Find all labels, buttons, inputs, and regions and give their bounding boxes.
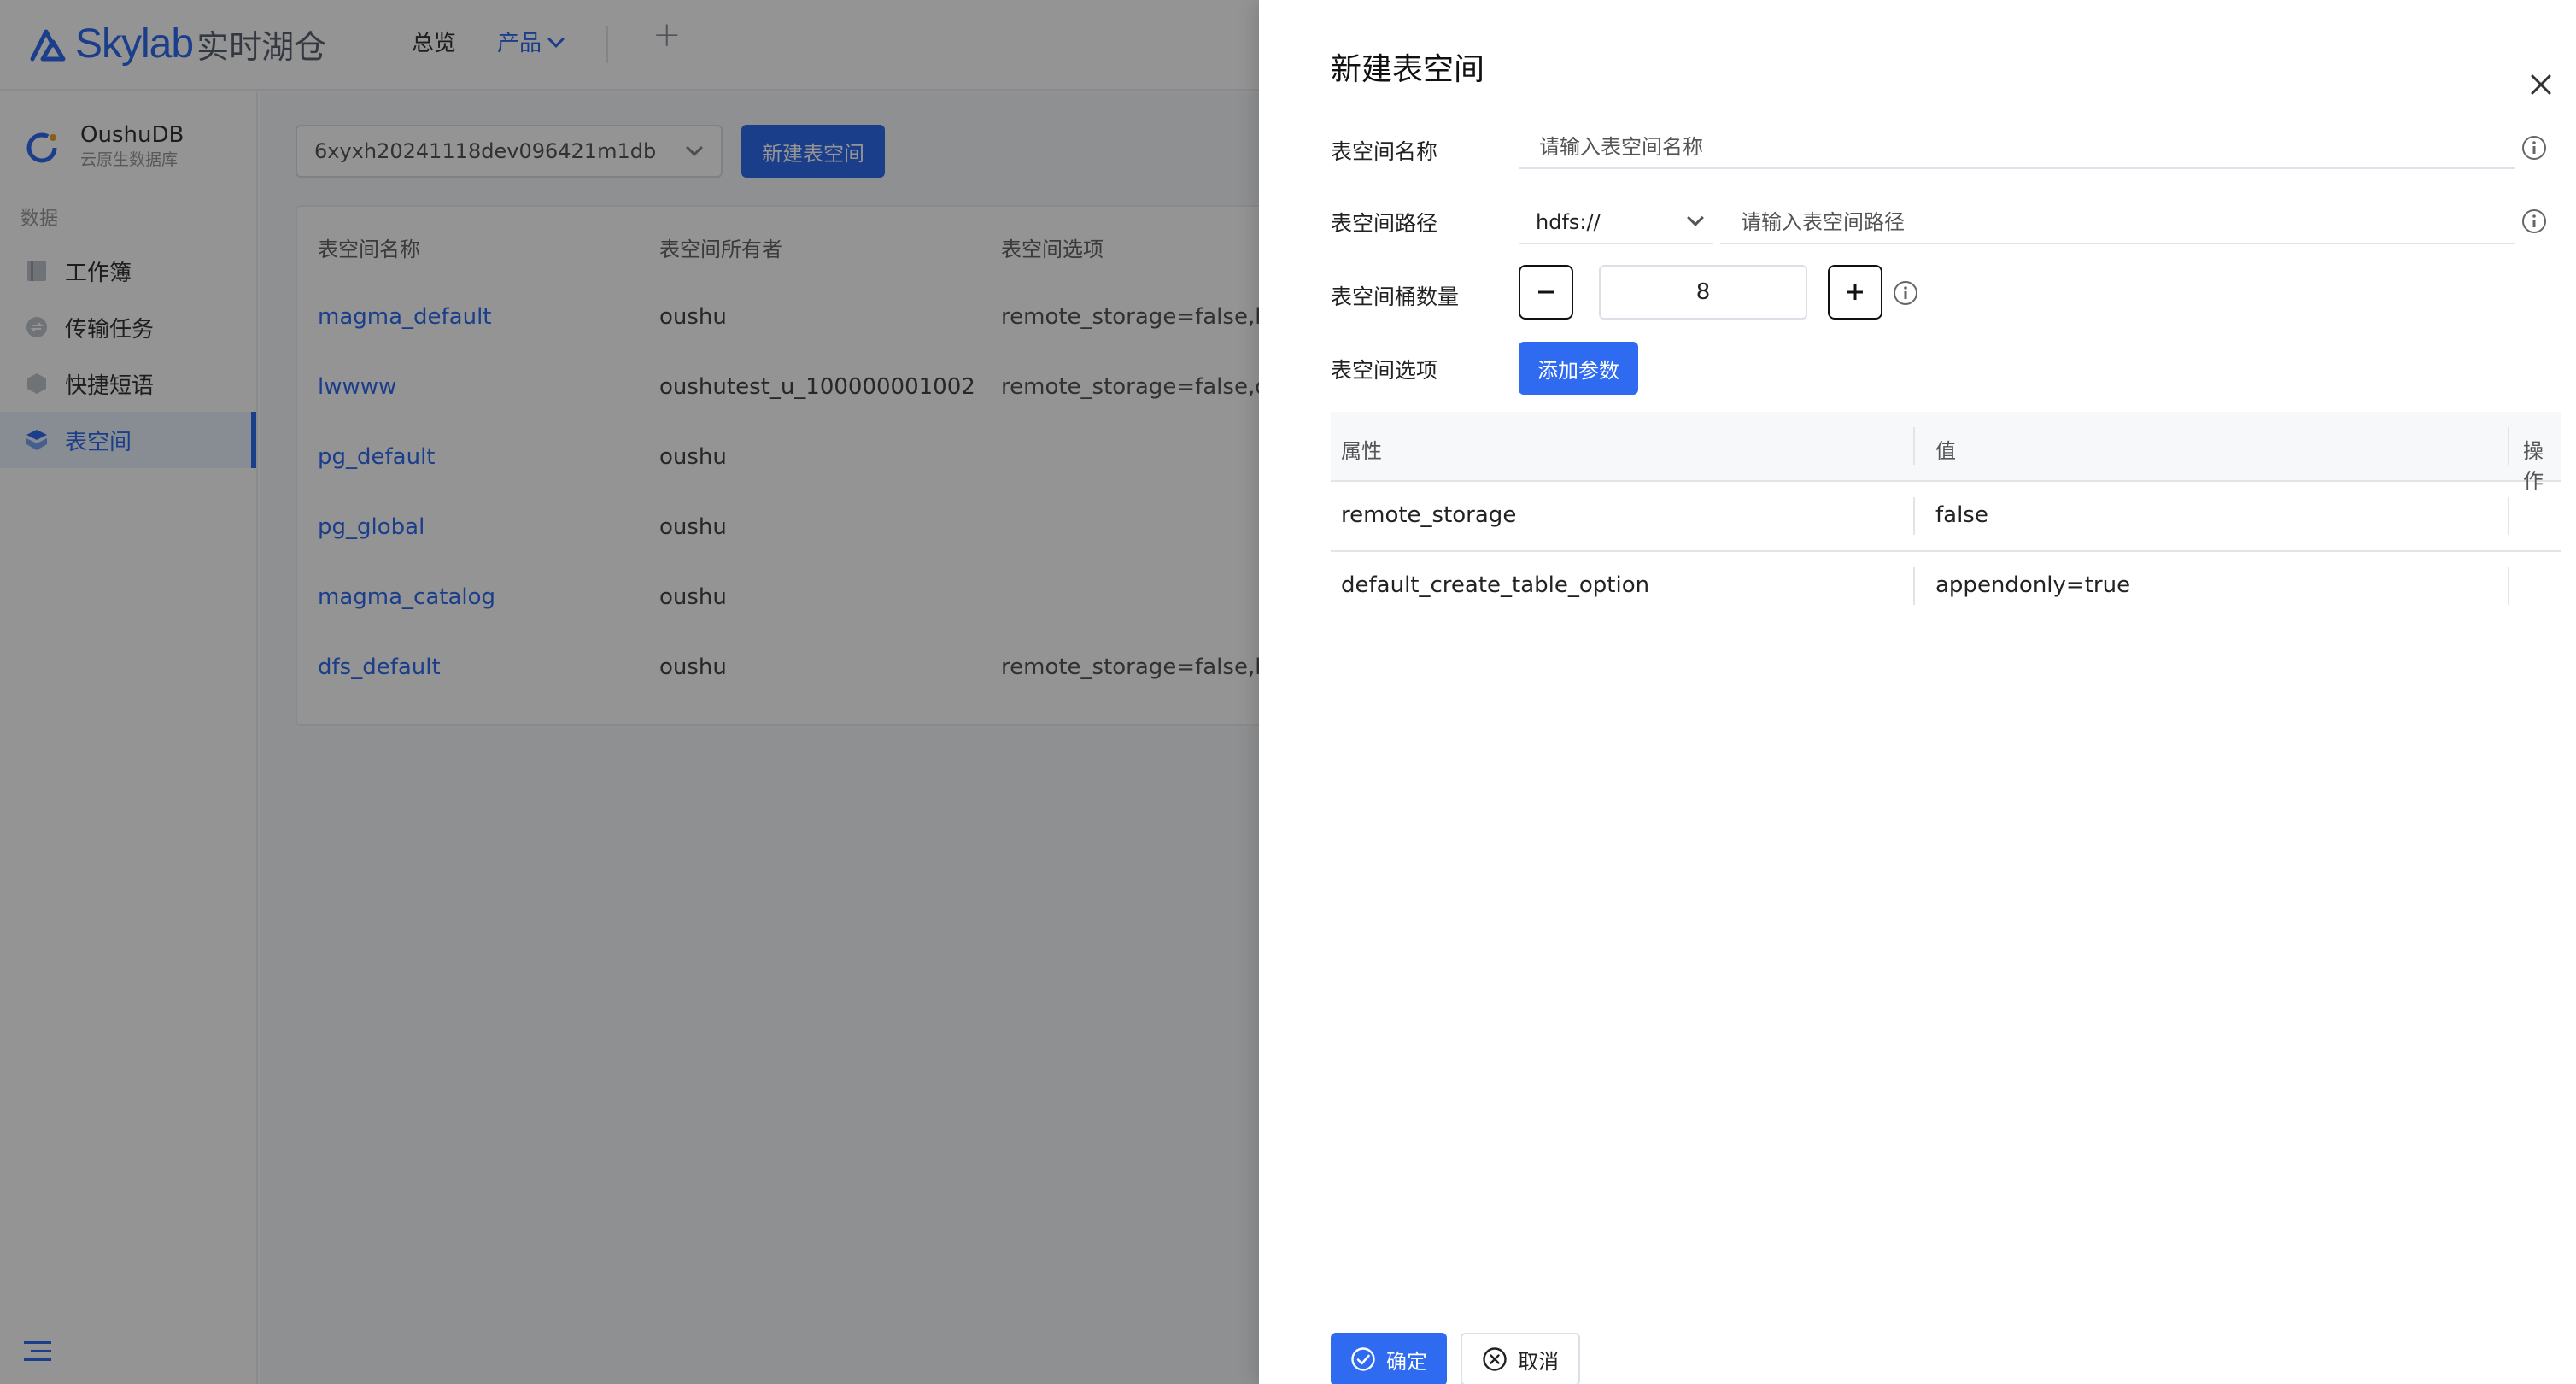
confirm-label: 确定 (1386, 1349, 1427, 1374)
column-divider (2508, 497, 2509, 535)
confirm-button[interactable]: 确定 (1331, 1333, 1447, 1384)
path-scheme-select[interactable]: hdfs:// (1519, 202, 1713, 244)
column-header-value: 值 (1935, 439, 1956, 463)
tablespace-name-field[interactable] (1519, 126, 2515, 169)
increment-button[interactable] (1828, 265, 1882, 320)
minus-icon (1538, 290, 1554, 294)
column-divider (2508, 427, 2509, 465)
tablespace-path-input[interactable] (1741, 210, 2515, 234)
info-icon[interactable] (1893, 280, 1918, 306)
add-param-button[interactable]: 添加参数 (1519, 342, 1638, 395)
plus-icon (1847, 284, 1863, 300)
cancel-button[interactable]: 取消 (1461, 1333, 1580, 1384)
param-value[interactable]: false (1935, 502, 1988, 528)
tablespace-options-label: 表空间选项 (1331, 358, 1438, 383)
param-value[interactable]: appendonly=true (1935, 572, 2130, 598)
check-circle-icon (1351, 1347, 1375, 1371)
tablespace-path-label: 表空间路径 (1331, 211, 1438, 236)
tablespace-name-input[interactable] (1539, 135, 2515, 159)
param-key[interactable]: remote_storage (1341, 502, 1516, 528)
info-icon[interactable] (2521, 208, 2547, 234)
param-key[interactable]: default_create_table_option (1341, 572, 1649, 598)
drawer-title: 新建表空间 (1331, 52, 1485, 87)
table-row: remote_storage false (1331, 482, 2561, 552)
column-divider (1913, 427, 1915, 465)
info-icon[interactable] (2521, 135, 2547, 161)
tablespace-name-label: 表空间名称 (1331, 139, 1438, 164)
cancel-label: 取消 (1518, 1349, 1559, 1374)
close-circle-icon (1483, 1347, 1507, 1371)
decrement-button[interactable] (1519, 265, 1573, 320)
column-divider (2508, 567, 2509, 605)
app-root: Skylab 实时湖仓 总览 产品 + OushuDB 云原生数据库 数据 工作… (0, 0, 2576, 1384)
create-tablespace-drawer: 新建表空间 表空间名称 表空间路径 hdfs:// 表空间桶数量 (1259, 0, 2576, 1384)
chevron-down-icon (1687, 209, 1704, 226)
bucket-count-label: 表空间桶数量 (1331, 284, 1460, 309)
bucket-count-stepper[interactable]: 8 (1599, 265, 1807, 320)
close-icon[interactable] (2528, 72, 2554, 97)
tablespace-path-field[interactable] (1720, 202, 2515, 244)
drawer-mask[interactable] (0, 0, 1259, 1384)
column-header-property: 属性 (1341, 439, 1382, 463)
path-scheme-value: hdfs:// (1536, 210, 1601, 234)
column-divider (1913, 497, 1915, 535)
param-table-header: 属性 值 操作 (1331, 412, 2561, 493)
column-divider (1913, 567, 1915, 605)
table-row: default_create_table_option appendonly=t… (1331, 552, 2561, 622)
